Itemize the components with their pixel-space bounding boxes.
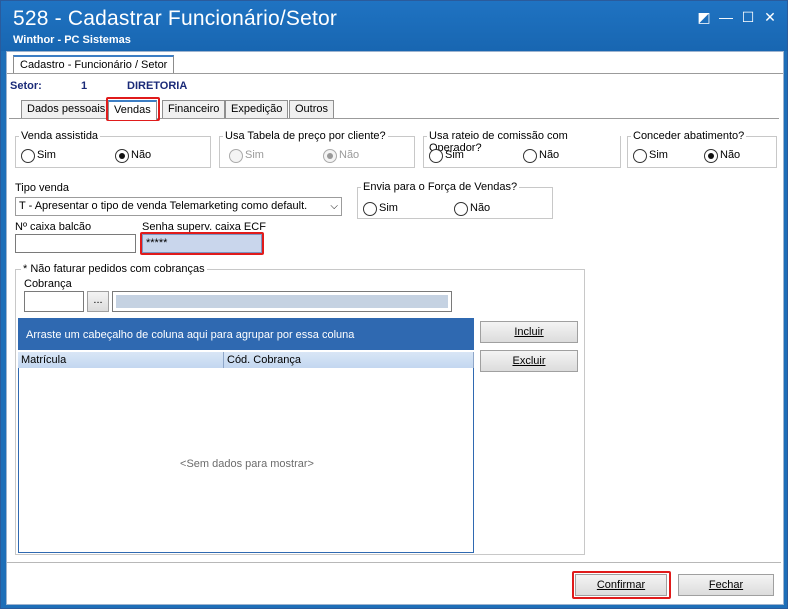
group-title: Envia para o Força de Vendas? [361,181,520,193]
group-rateio-comissao: Usa rateio de comissão com Operador? Sim… [423,130,621,168]
radio-label: Sim [649,149,668,161]
highlight-confirmar [572,571,671,599]
window-subtitle: Winthor - PC Sistemas [13,34,131,46]
radio-label: Não [339,149,360,161]
divider [7,73,783,74]
group-venda-assistida: Venda assistida Sim Não [15,130,211,168]
setor-code: 1 [81,80,88,92]
chevron-down-icon: ⌵ [330,201,338,212]
radio-label: Não [720,149,741,161]
tipo-venda-value: T - Apresentar o tipo de venda Telemarke… [19,200,308,212]
tabela-preco-nao-radio[interactable] [323,149,337,163]
main-panel: Cadastro - Funcionário / Setor Setor: 1 … [6,51,784,605]
column-header-cod-cobranca[interactable]: Cód. Cobrança [224,352,474,369]
minimize-icon[interactable]: — [717,9,735,25]
radio-label: Sim [445,149,464,161]
field-fill [116,295,448,308]
grid-body: <Sem dados para mostrar> [18,368,474,553]
app-window: 528 - Cadastrar Funcionário/Setor Wintho… [0,0,788,609]
forca-vendas-sim-radio[interactable] [363,202,377,216]
group-title: Usa Tabela de preço por cliente? [223,130,388,142]
radio-label: Sim [379,202,398,214]
setor-label: Setor: [10,80,42,92]
fechar-button[interactable]: Fechar [678,574,774,596]
lookup-button[interactable]: ... [87,291,109,312]
tab-financeiro[interactable]: Financeiro [162,100,226,118]
window-title: 528 - Cadastrar Funcionário/Setor [13,7,338,30]
tab-expedicao[interactable]: Expedição [225,100,289,118]
tabela-preco-sim-radio[interactable] [229,149,243,163]
tab-dados-pessoais[interactable]: Dados pessoais [21,100,112,118]
abatimento-sim-radio[interactable] [633,149,647,163]
highlight-senha [140,232,264,255]
venda-assistida-nao-radio[interactable] [115,149,129,163]
group-forca-vendas: Envia para o Força de Vendas? Sim Não [357,181,553,219]
close-icon[interactable]: ✕ [761,9,779,25]
excluir-label: Excluir [512,355,546,367]
excluir-button[interactable]: Excluir [480,350,578,372]
group-title: Venda assistida [19,130,101,142]
incluir-button[interactable]: Incluir [480,321,578,343]
cobranca-label: Cobrança [24,278,72,290]
fechar-label: Fechar [708,579,744,591]
caixa-balcao-label: Nº caixa balcão [15,221,92,233]
cobranca-desc-field [112,291,452,312]
group-title: Conceder abatimento? [631,130,747,142]
tipo-venda-label: Tipo venda [15,182,70,194]
group-title: * Não faturar pedidos com cobranças [21,263,207,275]
incluir-label: Incluir [514,326,544,338]
radio-label: Não [470,202,491,214]
rateio-sim-radio[interactable] [429,149,443,163]
group-abatimento: Conceder abatimento? Sim Não [627,130,777,168]
setor-name: DIRETORIA [127,80,188,92]
group-by-text: Arraste um cabeçalho de coluna aqui para… [26,329,355,341]
tab-cadastro[interactable]: Cadastro - Funcionário / Setor [13,55,175,73]
tipo-venda-select[interactable]: T - Apresentar o tipo de venda Telemarke… [15,197,342,216]
tab-outros[interactable]: Outros [289,100,335,118]
venda-assistida-sim-radio[interactable] [21,149,35,163]
forca-vendas-nao-radio[interactable] [454,202,468,216]
caixa-balcao-input[interactable] [15,234,136,253]
title-bar: 528 - Cadastrar Funcionário/Setor Wintho… [1,1,787,51]
column-header-matricula[interactable]: Matrícula [18,352,224,369]
group-tabela-preco: Usa Tabela de preço por cliente? Sim Não [219,130,415,168]
tab-vendas[interactable]: Vendas [108,100,157,120]
empty-message: <Sem dados para mostrar> [180,458,314,470]
radio-label: Sim [37,149,56,161]
rateio-nao-radio[interactable] [523,149,537,163]
radio-label: Não [539,149,560,161]
maximize-icon[interactable]: ☐ [739,9,757,25]
cobranca-code-input[interactable] [24,291,84,312]
radio-label: Não [131,149,152,161]
group-by-panel[interactable]: Arraste um cabeçalho de coluna aqui para… [18,318,474,350]
restore-icon[interactable]: ◩ [695,9,713,25]
abatimento-nao-radio[interactable] [704,149,718,163]
radio-label: Sim [245,149,264,161]
